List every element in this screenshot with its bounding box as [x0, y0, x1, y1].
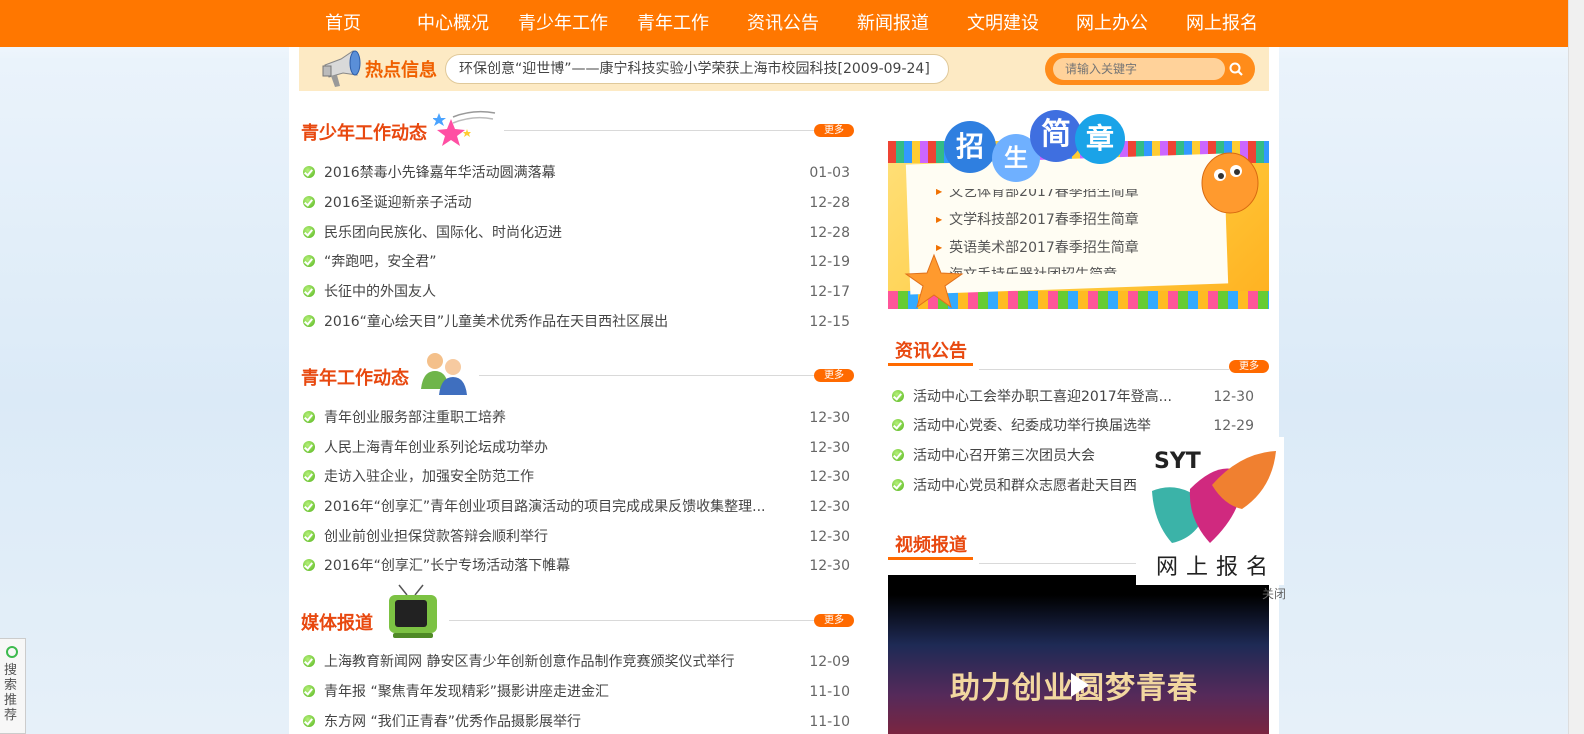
syt-close-button[interactable]: 关闭 — [1262, 585, 1286, 602]
tv-icon — [389, 584, 437, 638]
list-item[interactable]: 2016圣诞迎新亲子活动 12-28 — [303, 192, 850, 214]
check-icon — [892, 390, 904, 402]
check-icon — [303, 411, 315, 423]
search-recommend-tab[interactable]: 搜索推荐 — [0, 638, 26, 734]
young-section-title: 青年工作动态 — [301, 368, 409, 389]
check-icon — [303, 315, 315, 327]
check-icon — [892, 479, 904, 491]
check-icon — [303, 255, 315, 267]
check-icon — [303, 196, 315, 208]
check-icon — [303, 500, 315, 512]
list-item[interactable]: 民乐团向民族化、国际化、时尚化迈进 12-28 — [303, 222, 850, 244]
nav-young-work[interactable]: 青年工作 — [634, 0, 712, 47]
divider — [979, 369, 1229, 370]
list-item[interactable]: 长征中的外国友人 12-17 — [303, 281, 850, 303]
list-item[interactable]: 活动中心工会举办职工喜迎2017年登高... 12-30 — [892, 386, 1254, 408]
search-recommend-label: 搜索推荐 — [4, 663, 18, 723]
video-section-title: 视频报道 — [895, 535, 967, 556]
list-item[interactable]: 人民上海青年创业系列论坛成功举办 12-30 — [303, 437, 850, 459]
check-icon — [303, 226, 315, 238]
check-icon — [303, 470, 315, 482]
banner-bubble: 招 — [944, 121, 996, 173]
list-item[interactable]: 青年创业服务部注重职工培养 12-30 — [303, 407, 850, 429]
youth-more-button[interactable]: 更多 — [814, 124, 854, 137]
crab-icon — [1201, 152, 1259, 214]
title-underline — [888, 363, 973, 366]
list-item[interactable]: “奔跑吧，安全君” 12-19 — [303, 251, 850, 273]
hot-news-ticker[interactable]: 环保创意“迎世博”——康宁科技实验小学荣获上海市校园科技[2009-09-24] — [445, 54, 949, 84]
nav-center-overview[interactable]: 中心概况 — [413, 0, 493, 47]
media-section-title: 媒体报道 — [301, 613, 373, 634]
nav-office[interactable]: 网上办公 — [1073, 0, 1151, 47]
nav-youth-work[interactable]: 青少年工作 — [515, 0, 611, 47]
syt-caption: 网上报名 — [1156, 555, 1277, 580]
scrollbar[interactable] — [1568, 0, 1584, 734]
list-item[interactable]: 活动中心党委、纪委成功举行换届选举 12-29 — [892, 415, 1254, 437]
check-icon — [303, 530, 315, 542]
check-icon — [303, 166, 315, 178]
check-icon — [303, 559, 315, 571]
divider — [979, 563, 1139, 564]
nav-news[interactable]: 新闻报道 — [853, 0, 933, 47]
list-item[interactable]: 走访入驻企业，加强安全防范工作 12-30 — [303, 466, 850, 488]
list-item[interactable]: 2016禁毒小先锋嘉年华活动圆满落幕 01-03 — [303, 162, 850, 184]
list-item[interactable]: 2016年“创享汇”青年创业项目路演活动的项目完成成果反馈收集整理... 12-3… — [303, 496, 850, 518]
top-nav: 首页 中心概况 青少年工作 青年工作 资讯公告 新闻报道 文明建设 网上办公 网… — [0, 0, 1568, 47]
banner-link[interactable]: 文学科技部2017春季招生简章 — [936, 209, 1139, 229]
media-more-button[interactable]: 更多 — [814, 614, 854, 627]
check-icon — [303, 685, 315, 697]
list-item[interactable]: 上海教育新闻网 静安区青少年创新创意作品制作竞赛颁奖仪式举行 12-09 — [303, 651, 850, 673]
list-item[interactable]: 2016年“创享汇”长宁专场活动落下帷幕 12-30 — [303, 555, 850, 577]
search-box — [1045, 53, 1255, 85]
nav-home[interactable]: 首页 — [313, 0, 373, 47]
check-icon — [303, 441, 315, 453]
list-item[interactable]: 创业前创业担保贷款答辩会顺利举行 12-30 — [303, 526, 850, 548]
banner-bubble: 章 — [1075, 114, 1125, 164]
shooting-stars-icon — [433, 110, 496, 146]
nav-notices[interactable]: 资讯公告 — [744, 0, 822, 47]
check-icon — [303, 285, 315, 297]
search-icon[interactable] — [1227, 60, 1247, 78]
divider — [479, 375, 854, 376]
check-icon — [303, 655, 315, 667]
hot-news-label: 热点信息 — [365, 60, 437, 81]
video-player[interactable]: 助力创业圆梦青春 — [888, 575, 1269, 734]
syt-logo-icon — [1152, 451, 1276, 543]
play-icon[interactable] — [1071, 673, 1089, 697]
divider — [504, 130, 854, 131]
megaphone-icon — [322, 50, 361, 87]
divider — [449, 620, 854, 621]
hot-news-bar: 热点信息 环保创意“迎世博”——康宁科技实验小学荣获上海市校园科技[2009-0… — [299, 47, 1269, 91]
check-icon — [892, 449, 904, 461]
enrollment-banner[interactable]: 文艺体育部2017春季招生简章 文学科技部2017春季招生简章 英语美术部201… — [888, 141, 1269, 309]
notice-more-button[interactable]: 更多 — [1229, 360, 1269, 373]
youth-section-title: 青少年工作动态 — [301, 123, 427, 144]
search-input[interactable] — [1053, 58, 1225, 80]
syt-registration-widget[interactable]: SYT 网上报名 — [1136, 437, 1284, 585]
starfish-icon — [904, 253, 964, 309]
young-more-button[interactable]: 更多 — [814, 369, 854, 382]
notice-section-title: 资讯公告 — [895, 341, 967, 362]
check-icon — [892, 419, 904, 431]
title-underline — [888, 557, 973, 560]
nav-civilization[interactable]: 文明建设 — [964, 0, 1042, 47]
list-item[interactable]: 东方网 “我们正青春”优秀作品摄影展举行 11-10 — [303, 711, 850, 733]
search-recommend-icon — [6, 646, 18, 658]
people-icon — [421, 353, 467, 395]
list-item[interactable]: 2016“童心绘天目”儿童美术优秀作品在天目西社区展出 12-15 — [303, 311, 850, 333]
list-item[interactable]: 青年报 “聚焦青年发现精彩”摄影讲座走进金汇 11-10 — [303, 681, 850, 703]
banner-link[interactable]: 英语美术部2017春季招生简章 — [936, 237, 1139, 257]
nav-registration[interactable]: 网上报名 — [1183, 0, 1261, 47]
check-icon — [303, 715, 315, 727]
